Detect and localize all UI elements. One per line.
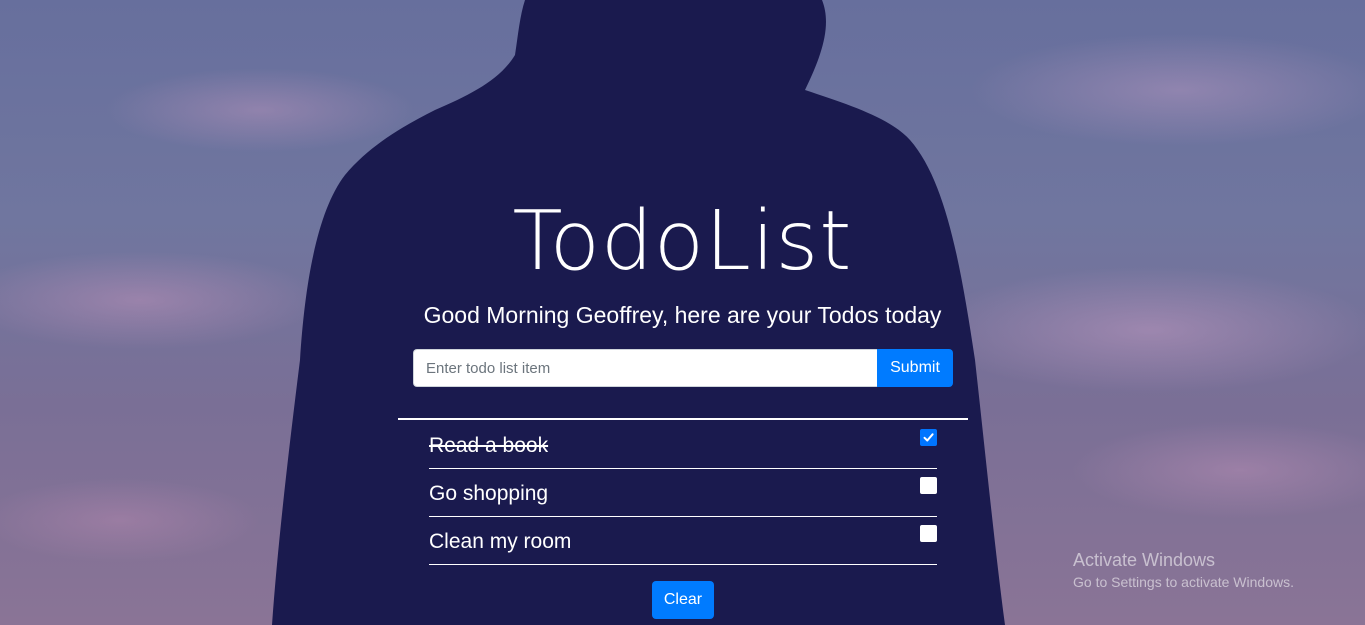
checkmark-icon (923, 433, 934, 442)
todo-checkbox[interactable] (920, 525, 937, 542)
todo-text: Go shopping (429, 482, 549, 505)
greeting-text: Good Morning Geoffrey, here are your Tod… (423, 302, 942, 328)
todo-text: Clean my room (429, 530, 572, 553)
todo-app: TodoList Good Morning Geoffrey, here are… (0, 0, 1365, 625)
submit-button[interactable]: Submit (877, 349, 953, 387)
todo-item-read-a-book: Read a book (429, 421, 937, 469)
activate-windows-watermark: Activate Windows Go to Settings to activ… (1073, 548, 1294, 592)
todo-item-clean-my-room: Clean my room (429, 517, 937, 565)
watermark-subtitle: Go to Settings to activate Windows. (1073, 574, 1294, 590)
list-divider (398, 418, 968, 420)
todo-item-go-shopping: Go shopping (429, 469, 937, 517)
todo-checkbox[interactable] (920, 429, 937, 446)
todo-text: Read a book (429, 434, 549, 457)
todo-input[interactable] (413, 349, 877, 387)
todo-form: Submit (413, 349, 953, 387)
todo-list: Read a book Go shopping Clean my room (429, 421, 937, 565)
page-title: TodoList (512, 194, 853, 289)
todo-checkbox[interactable] (920, 477, 937, 494)
watermark-title: Activate Windows (1073, 550, 1216, 570)
clear-button[interactable]: Clear (652, 581, 714, 619)
